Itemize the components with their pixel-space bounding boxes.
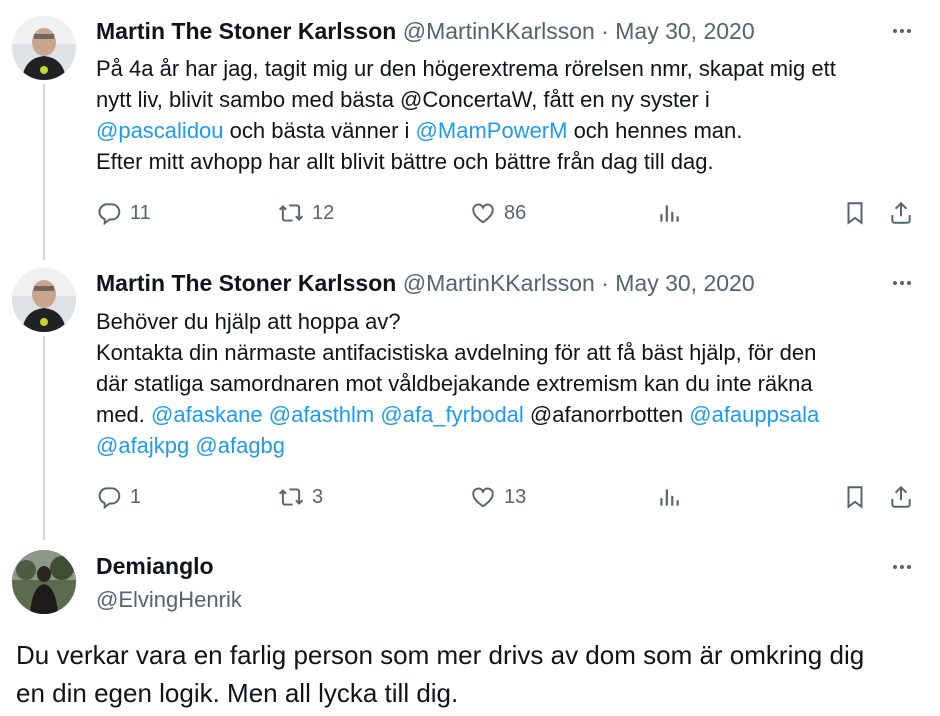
author-handle[interactable]: @MartinKKarlsson: [403, 18, 595, 44]
tweet-text: Behöver du hjälp att hoppa av? Kontakta d…: [96, 306, 920, 461]
avatar[interactable]: [12, 268, 76, 332]
tweet-text: Du verkar vara en farlig person som mer …: [16, 636, 924, 712]
text-segment: Efter mitt avhopp har allt blivit bättre…: [96, 149, 714, 174]
reply-button[interactable]: 1: [96, 480, 141, 514]
retweet-button[interactable]: 3: [278, 480, 323, 514]
retweet-icon: [278, 488, 304, 506]
mention-link[interactable]: @afauppsala: [689, 402, 819, 427]
separator: ·: [601, 270, 609, 296]
share-icon: [891, 485, 911, 508]
text-segment: @afanorrbotten: [523, 402, 690, 427]
heart-icon: [472, 203, 494, 224]
views-button[interactable]: [656, 480, 682, 514]
bookmark-button[interactable]: [842, 480, 868, 514]
tweet-text-line: där statliga samordnaren mot våldbejakan…: [96, 368, 920, 399]
author-name[interactable]: Martin The Stoner Karlsson: [96, 270, 396, 296]
author-handle[interactable]: @ElvingHenrik: [96, 587, 242, 613]
retweet-count: 3: [312, 485, 324, 508]
tweet-text-line: nytt liv, blivit sambo med bästa @Concer…: [96, 84, 920, 115]
bookmark-button[interactable]: [842, 196, 868, 230]
thread-line: [43, 84, 45, 260]
views-button[interactable]: [656, 196, 682, 230]
reply-button[interactable]: 11: [96, 196, 151, 230]
like-count: 13: [504, 485, 527, 508]
avatar[interactable]: [12, 550, 76, 614]
mention-link[interactable]: @pascalidou: [96, 118, 224, 143]
text-segment: nytt liv, blivit sambo med bästa @Concer…: [96, 87, 710, 112]
tweet-text: På 4a år har jag, tagit mig ur den höger…: [96, 53, 920, 177]
tweet-header: Martin The Stoner Karlsson @MartinKKarls…: [96, 17, 880, 45]
tweet-text-line: med. @afaskane @afasthlm @afa_fyrbodal @…: [96, 399, 920, 430]
tweet-text-line: Efter mitt avhopp har allt blivit bättre…: [96, 146, 920, 177]
tweet-text-line: @afajkpg @afagbg: [96, 430, 920, 461]
more-icon[interactable]: [888, 553, 916, 581]
text-segment: där statliga samordnaren mot våldbejakan…: [96, 371, 813, 396]
text-segment: På 4a år har jag, tagit mig ur den höger…: [96, 56, 836, 81]
tweet-text-line: @pascalidou och bästa vänner i @MamPower…: [96, 115, 920, 146]
bookmark-icon: [847, 202, 863, 225]
retweet-count: 12: [312, 201, 335, 224]
tweet-actions: 1 3 13: [96, 480, 920, 514]
text-segment: och bästa vänner i: [223, 118, 416, 143]
views-icon: [660, 205, 679, 222]
heart-icon: [472, 487, 494, 508]
views-icon: [660, 489, 679, 506]
author-handle[interactable]: @MartinKKarlsson: [403, 270, 595, 296]
tweet-actions: 11 12 86: [96, 196, 920, 230]
separator: ·: [601, 18, 609, 44]
text-segment: Behöver du hjälp att hoppa av?: [96, 309, 401, 334]
tweet-text-line: Kontakta din närmaste antifacistiska avd…: [96, 337, 920, 368]
text-segment: med.: [96, 402, 152, 427]
tweet-text-line: Behöver du hjälp att hoppa av?: [96, 306, 920, 337]
share-icon: [891, 201, 911, 224]
reply-icon: [98, 203, 121, 226]
reply-icon: [98, 487, 121, 510]
text-segment: och hennes man.: [567, 118, 743, 143]
thread-line: [43, 336, 45, 540]
retweet-button[interactable]: 12: [278, 196, 334, 230]
retweet-icon: [278, 204, 304, 222]
like-button[interactable]: 13: [470, 480, 526, 514]
tweet-text-line: en din egen logik. Men all lycka till di…: [16, 678, 459, 708]
mention-link[interactable]: @afajkpg: [96, 433, 189, 458]
mention-link[interactable]: @afasthlm: [269, 402, 374, 427]
mention-link[interactable]: @afagbg: [195, 433, 285, 458]
tweet-text-line: På 4a år har jag, tagit mig ur den höger…: [96, 53, 920, 84]
text-segment: Kontakta din närmaste antifacistiska avd…: [96, 340, 817, 365]
reply-count: 1: [130, 485, 142, 508]
like-button[interactable]: 86: [470, 196, 526, 230]
tweet-date[interactable]: May 30, 2020: [615, 270, 754, 296]
tweet-header: Martin The Stoner Karlsson @MartinKKarls…: [96, 269, 880, 297]
tweet-text-line: Du verkar vara en farlig person som mer …: [16, 640, 865, 670]
avatar[interactable]: [12, 16, 76, 80]
like-count: 86: [504, 201, 527, 224]
bookmark-icon: [847, 486, 863, 509]
reply-count: 11: [130, 201, 151, 224]
mention-link[interactable]: @afaskane: [151, 402, 263, 427]
more-icon[interactable]: [888, 17, 916, 45]
share-button[interactable]: [888, 196, 914, 230]
mention-link[interactable]: @MamPowerM: [416, 118, 568, 143]
tweet-date[interactable]: May 30, 2020: [615, 18, 754, 44]
author-name[interactable]: Demianglo: [96, 553, 214, 580]
more-icon[interactable]: [888, 269, 916, 297]
author-name[interactable]: Martin The Stoner Karlsson: [96, 18, 396, 44]
share-button[interactable]: [888, 480, 914, 514]
mention-link[interactable]: @afa_fyrbodal: [380, 402, 523, 427]
